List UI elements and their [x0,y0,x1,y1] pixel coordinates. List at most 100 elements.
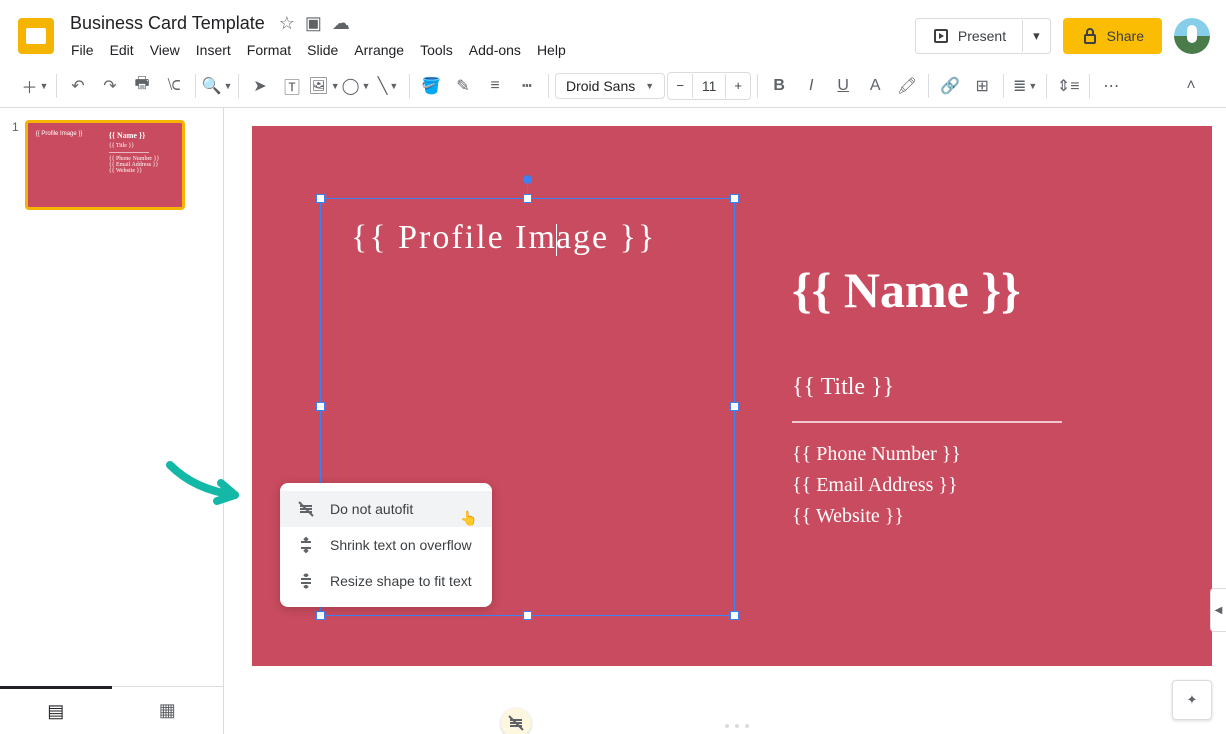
autofit-option-none[interactable]: Do not autofit [280,491,492,527]
menu-bar: File Edit View Insert Format Slide Arran… [64,38,915,62]
profile-image-text[interactable]: {{ Profile Image }} [321,199,734,277]
resize-handle-tl[interactable] [316,194,325,203]
share-label: Share [1107,28,1144,44]
fill-color-button[interactable]: 🪣 [416,71,446,101]
text-color-button[interactable]: A [860,71,890,101]
name-placeholder[interactable]: {{ Name }} [792,261,1062,319]
doc-title[interactable]: Business Card Template [64,11,271,36]
account-avatar[interactable] [1174,18,1210,54]
thumb-line [109,152,149,153]
speaker-notes-handle[interactable] [725,724,749,728]
font-family-value: Droid Sans [566,78,635,94]
slides-logo[interactable] [16,16,56,56]
paint-format-button[interactable]: ⟈ [159,71,189,101]
menu-view[interactable]: View [143,38,187,62]
chevron-down-icon: ▼ [645,81,654,91]
title-area: Business Card Template ☆ ▣ ☁ File Edit V… [64,11,915,62]
move-icon[interactable]: ▣ [305,13,322,34]
bold-button[interactable]: B [764,71,794,101]
font-size-decrease[interactable]: − [668,73,692,99]
font-family-select[interactable]: Droid Sans ▼ [555,73,665,99]
highlight-color-button[interactable]: 🖍 [892,71,922,101]
menu-tools[interactable]: Tools [413,38,460,62]
textbox-tool[interactable]: 🅃 [277,71,307,101]
zoom-button[interactable]: 🔍▼ [202,71,232,101]
print-button[interactable]: 🖶 [127,71,157,101]
toolbar-separator [757,74,758,98]
slide-right-content: {{ Name }} {{ Title }} {{ Phone Number }… [792,261,1062,536]
autofit-option-none-label: Do not autofit [330,501,413,517]
collapse-toolbar-button[interactable]: ˄ [1176,71,1206,101]
resize-handle-bm[interactable] [523,611,532,620]
resize-handle-br[interactable] [730,611,739,620]
resize-handle-mr[interactable] [730,402,739,411]
border-weight-button[interactable]: ≡ [480,71,510,101]
autofit-option-shrink[interactable]: Shrink text on overflow [280,527,492,563]
slide-thumbnail-1[interactable]: {{ Profile Image }} {{ Name }} {{ Title … [25,120,185,210]
website-placeholder[interactable]: {{ Website }} [792,505,1062,528]
new-slide-button[interactable]: ＋▼ [20,71,50,101]
profile-text-pre: {{ Profile Im [351,219,557,256]
title-placeholder[interactable]: {{ Title }} [792,374,1062,401]
border-dash-button[interactable]: ┅ [512,71,542,101]
menu-format[interactable]: Format [240,38,298,62]
present-label: Present [958,28,1006,44]
resize-shape-icon [296,571,316,591]
canvas-area[interactable]: {{ Profile Image }} {{ Name }} {{ Title … [224,108,1226,734]
menu-arrange[interactable]: Arrange [347,38,411,62]
cloud-icon[interactable]: ☁ [332,13,350,34]
explore-button[interactable]: ✦ [1172,680,1212,720]
menu-slide[interactable]: Slide [300,38,345,62]
toolbar-separator [1089,74,1090,98]
underline-button[interactable]: U [828,71,858,101]
font-size-increase[interactable]: + [726,73,750,99]
resize-handle-ml[interactable] [316,402,325,411]
phone-placeholder[interactable]: {{ Phone Number }} [792,443,1062,466]
menu-help[interactable]: Help [530,38,573,62]
font-size-value[interactable]: 11 [692,74,726,98]
border-color-button[interactable]: ✎ [448,71,478,101]
toolbar-separator [56,74,57,98]
expand-side-panel[interactable]: ◀ [1210,588,1226,632]
insert-link-button[interactable]: 🔗 [935,71,965,101]
thumb-name: {{ Name }} [109,131,174,140]
share-button[interactable]: Share [1063,18,1162,54]
email-placeholder[interactable]: {{ Email Address }} [792,474,1062,497]
autofit-indicator-icon[interactable] [501,708,531,734]
slides-logo-icon [18,18,54,54]
resize-handle-tm[interactable] [523,194,532,203]
select-tool[interactable]: ➤ [245,71,275,101]
menu-insert[interactable]: Insert [189,38,238,62]
more-button[interactable]: ⋯ [1096,71,1126,101]
menu-addons[interactable]: Add-ons [462,38,528,62]
insert-comment-button[interactable]: ⊞ [967,71,997,101]
undo-button[interactable]: ↶ [63,71,93,101]
sidebar-view-tabs: ▤ ▦ [0,686,223,734]
autofit-option-resize[interactable]: Resize shape to fit text [280,563,492,599]
toolbar: ＋▼ ↶ ↷ 🖶 ⟈ 🔍▼ ➤ 🅃 🖼▼ ◯▼ ╲▼ 🪣 ✎ ≡ ┅ Droid… [0,64,1226,108]
no-autofit-icon [296,499,316,519]
thumb-title: {{ Title }} [109,143,174,149]
redo-button[interactable]: ↷ [95,71,125,101]
line-spacing-button[interactable]: ⇕≡ [1053,71,1083,101]
autofit-option-shrink-label: Shrink text on overflow [330,537,472,553]
resize-handle-bl[interactable] [316,611,325,620]
toolbar-separator [928,74,929,98]
align-button[interactable]: ≣▼ [1010,71,1040,101]
shrink-text-icon [296,535,316,555]
present-button[interactable]: Present [916,19,1022,53]
lock-icon [1081,27,1099,45]
menu-edit[interactable]: Edit [103,38,141,62]
filmstrip-view-tab[interactable]: ▤ [0,686,112,734]
shape-tool[interactable]: ◯▼ [341,71,371,101]
resize-handle-tr[interactable] [730,194,739,203]
image-tool[interactable]: 🖼▼ [309,71,339,101]
menu-file[interactable]: File [64,38,101,62]
italic-button[interactable]: I [796,71,826,101]
line-tool[interactable]: ╲▼ [373,71,403,101]
toolbar-separator [548,74,549,98]
star-icon[interactable]: ☆ [279,13,295,34]
grid-view-tab[interactable]: ▦ [112,687,224,734]
present-dropdown[interactable]: ▾ [1022,20,1050,52]
rotate-handle[interactable] [523,175,532,184]
